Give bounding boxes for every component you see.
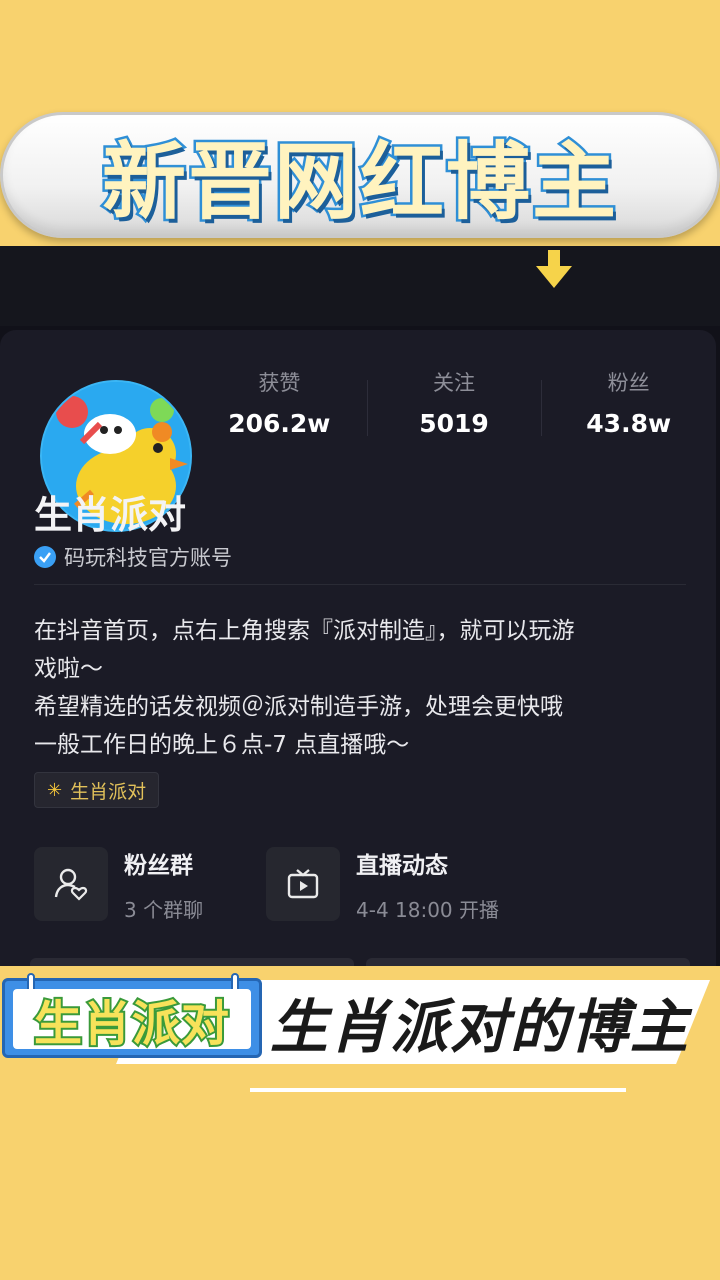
verified-label: 码玩科技官方账号 — [64, 546, 232, 570]
tag-label: 生肖派对 — [70, 780, 147, 803]
game-tag[interactable]: ✳ 生肖派对 — [34, 772, 160, 808]
live-status-entry[interactable]: 直播动态 4-4 18:00 开播 — [266, 846, 499, 922]
feature-subtitle: 3 个群聊 — [124, 897, 204, 922]
stat-followers[interactable]: 粉丝 43.8w — [541, 352, 716, 452]
divider — [34, 584, 686, 585]
profile-bio: 在抖音首页，点右上角搜索『派对制造』，就可以玩游 戏啦～ 希望精选的话发视频＠派… — [34, 612, 694, 764]
sign-face: 生肖派对 — [13, 989, 251, 1054]
top-banner-title: 新晋网红博主 — [99, 130, 618, 233]
stat-likes[interactable]: 获赞 206.2w — [192, 352, 367, 452]
message-button[interactable] — [366, 958, 690, 966]
bottom-banner: 生肖派对 生肖派对的博主 — [0, 966, 720, 1096]
stat-value: 5019 — [419, 408, 489, 438]
stat-label: 关注 — [433, 370, 475, 395]
stat-label: 粉丝 — [607, 370, 650, 395]
action-buttons — [30, 958, 690, 966]
feature-title: 直播动态 — [356, 852, 448, 879]
stats-row: 获赞 206.2w 关注 5019 粉丝 43.8w — [192, 352, 716, 452]
follow-button[interactable] — [30, 958, 354, 966]
feature-title: 粉丝群 — [124, 852, 193, 879]
bio-line: 在抖音首页，点右上角搜索『派对制造』，就可以玩游 — [34, 618, 575, 644]
feature-subtitle: 4-4 18:00 开播 — [356, 897, 500, 922]
profile-screenshot: 获赞 206.2w 关注 5019 粉丝 43.8w 生肖派对 码玩科技官方账号… — [0, 246, 720, 966]
stat-following[interactable]: 关注 5019 — [366, 352, 542, 452]
sparkle-icon: ✳ — [47, 779, 63, 801]
verified-check-icon — [34, 546, 56, 568]
sign-label: 生肖派对 — [32, 994, 231, 1054]
bio-line: 一般工作日的晚上６点-7 点直播哦～ — [34, 732, 410, 758]
bottom-banner-title: 生肖派对的博主 — [270, 993, 691, 1061]
arrow-down-icon — [536, 250, 572, 288]
fan-group-icon — [34, 847, 108, 921]
live-tv-icon — [266, 847, 340, 921]
profile-name: 生肖派对 — [34, 493, 187, 537]
bio-line: 希望精选的话发视频＠派对制造手游，处理会更快哦 — [34, 694, 563, 720]
verified-badge: 码玩科技官方账号 — [34, 542, 232, 572]
stat-label: 获赞 — [258, 370, 301, 395]
stat-value: 43.8w — [586, 408, 672, 438]
hanging-sign: 生肖派对 — [2, 973, 262, 1058]
profile-card: 获赞 206.2w 关注 5019 粉丝 43.8w 生肖派对 码玩科技官方账号… — [0, 330, 716, 966]
screen-top-strip — [0, 246, 720, 326]
stat-value: 206.2w — [228, 408, 331, 438]
fan-group-entry[interactable]: 粉丝群 3 个群聊 — [34, 846, 203, 922]
banner-underline — [250, 1088, 626, 1092]
top-banner: 新晋网红博主 — [0, 112, 720, 238]
bio-line: 戏啦～ — [34, 656, 103, 682]
